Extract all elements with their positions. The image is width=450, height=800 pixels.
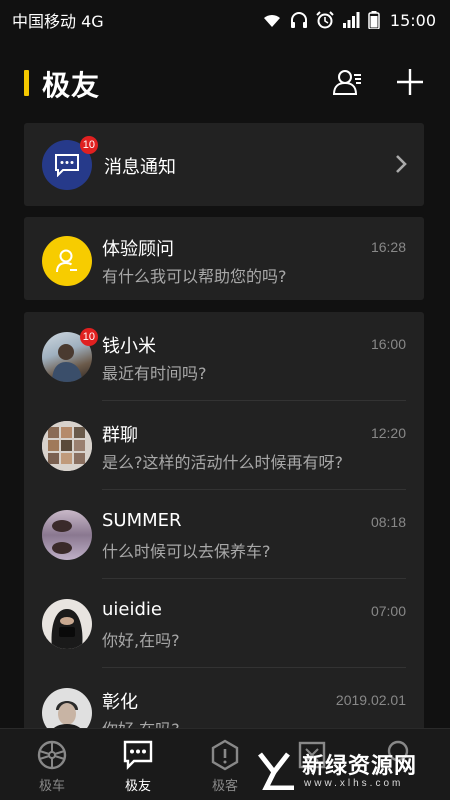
contact-name: 群聊: [102, 425, 138, 446]
wheel-icon: [37, 740, 67, 770]
group-photo-icon: [42, 421, 92, 471]
status-icons: 15:00: [262, 11, 436, 30]
status-bar: 中国移动 4G 15:00: [0, 0, 450, 40]
watermark-text: 新绿资源网: [302, 754, 418, 779]
conversation-row[interactable]: 群聊 是么?这样的活动什么时候再有呀? 12:20: [24, 401, 424, 490]
watermark-url: www.xlhs.com: [304, 778, 404, 789]
person-photo-icon: [50, 701, 84, 732]
clock: 15:00: [389, 10, 436, 30]
nav-tab-cars[interactable]: 极车: [22, 739, 82, 799]
advisor-name: 体验顾问: [102, 239, 174, 260]
nav-tab-friends[interactable]: 极友: [108, 739, 168, 799]
conversation-list: 10 钱小米 最近有时间吗? 16:00 群聊 是么?这样的活动什么时候再有呀?…: [24, 312, 424, 732]
avatar: [42, 688, 92, 732]
last-message: 最近有时间吗?: [102, 364, 207, 383]
nav-label: 极友: [124, 779, 151, 794]
carrier-label: 中国移动 4G: [12, 12, 104, 31]
avatar: [42, 599, 92, 649]
contact-name: 钱小米: [102, 336, 156, 357]
alarm-icon: [316, 11, 334, 29]
unread-badge: 10: [79, 136, 98, 154]
notification-label: 消息通知: [104, 157, 176, 178]
message-bubble-icon: [55, 154, 79, 177]
advisor-time: 16:28: [370, 239, 406, 255]
signal-icon: [342, 12, 360, 28]
message-time: 16:00: [370, 336, 406, 352]
advisor-message: 有什么我可以帮助您的吗?: [102, 267, 287, 286]
add-icon[interactable]: [394, 66, 426, 98]
last-message: 你好,在吗?: [102, 631, 180, 650]
wifi-icon: [263, 14, 280, 27]
hexagon-icon: [211, 739, 239, 771]
avatar: 10: [42, 328, 98, 382]
last-message: 是么?这样的活动什么时候再有呀?: [102, 453, 343, 472]
watermark-logo-icon: [258, 752, 294, 790]
last-message: 什么时候可以去保养车?: [102, 542, 271, 561]
contacts-icon[interactable]: [332, 66, 364, 98]
nav-label: 极车: [38, 779, 65, 794]
message-time: 12:20: [370, 425, 406, 441]
conversation-row[interactable]: uieidie 你好,在吗? 07:00: [24, 579, 424, 668]
message-time: 08:18: [370, 514, 406, 530]
contact-name: uieidie: [102, 599, 162, 620]
conversation-row[interactable]: 10 钱小米 最近有时间吗? 16:00: [24, 312, 424, 401]
advisor-card[interactable]: 体验顾问 有什么我可以帮助您的吗? 16:28: [24, 217, 424, 300]
group-avatar: [42, 421, 92, 471]
user-icon: [56, 249, 77, 273]
person-photo-icon: [52, 520, 72, 554]
conversation-row[interactable]: SUMMER 什么时候可以去保养车? 08:18: [24, 490, 424, 579]
chat-icon: [123, 740, 153, 770]
watermark: 新绿资源网 www.xlhs.com: [258, 748, 438, 794]
contact-name: 彰化: [102, 692, 138, 713]
notifications-card[interactable]: 10 消息通知: [24, 123, 424, 206]
header: 极友: [0, 58, 450, 108]
contact-name: SUMMER: [102, 510, 182, 531]
title-accent-bar: [24, 70, 29, 96]
battery-icon: [368, 11, 380, 29]
chevron-right-icon: [396, 155, 407, 173]
page-title: 极友: [42, 69, 101, 102]
notification-avatar: 10: [42, 136, 98, 190]
message-time: 07:00: [370, 603, 406, 619]
headphones-icon: [290, 12, 307, 28]
unread-badge: 10: [79, 328, 98, 346]
avatar: [42, 510, 92, 560]
conversation-row[interactable]: 彰化 你好,在吗? 2019.02.01: [24, 668, 424, 732]
person-photo-icon: [51, 609, 83, 649]
nav-tab-geeks[interactable]: 极客: [195, 739, 255, 799]
message-time: 2019.02.01: [335, 692, 406, 708]
nav-label: 极客: [211, 779, 238, 794]
advisor-avatar: [42, 236, 92, 286]
